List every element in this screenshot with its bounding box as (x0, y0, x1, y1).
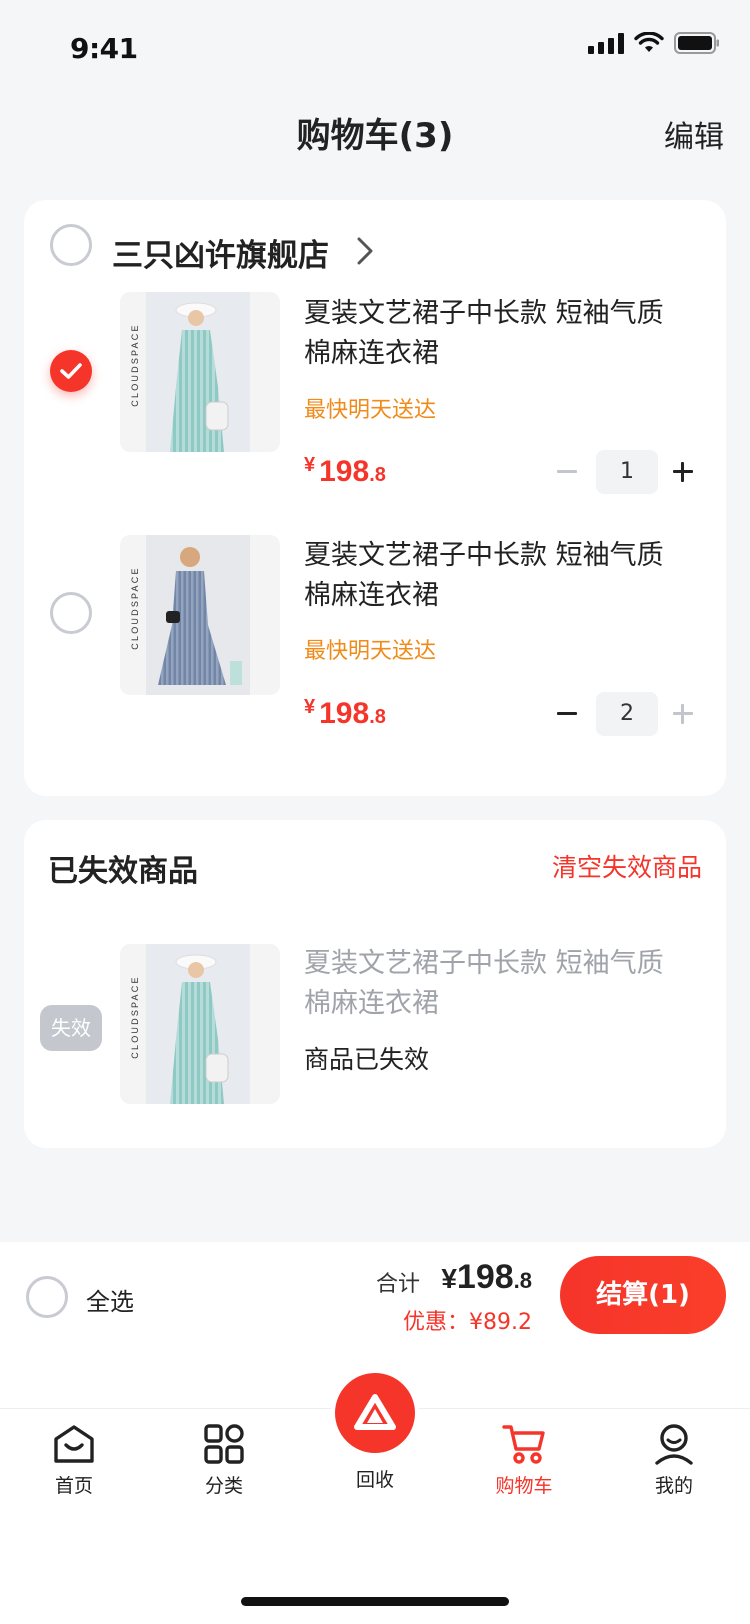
tab-label: 我的 (654, 1475, 693, 1497)
item-select-radio-2[interactable] (50, 592, 92, 634)
tab-recycle[interactable]: 回收 (315, 1369, 435, 1492)
quantity-value[interactable]: 2 (596, 692, 658, 736)
discount-text: 优惠：¥89.2 (403, 1310, 532, 1335)
total-price: ¥198.8 (441, 1258, 532, 1296)
invalid-section-title: 已失效商品 (48, 854, 198, 889)
invalid-badge: 失效 (40, 1005, 102, 1051)
nav-bar: 购物车(3) 编辑 (0, 88, 750, 176)
tab-profile[interactable]: 我的 (614, 1423, 734, 1498)
wifi-icon (634, 32, 664, 54)
delivery-tag: 最快明天送达 (304, 398, 437, 423)
plus-button[interactable] (668, 450, 698, 494)
recycle-icon (354, 1394, 396, 1430)
tab-category[interactable]: 分类 (164, 1423, 284, 1498)
plus-button[interactable] (668, 692, 698, 736)
tab-label: 首页 (54, 1475, 93, 1497)
battery-icon (674, 32, 720, 54)
item-select-radio-1[interactable] (50, 350, 92, 392)
tab-label: 购物车 (495, 1475, 553, 1497)
checkout-button[interactable]: 结算(1) (560, 1256, 726, 1334)
invalid-items-card: 已失效商品 清空失效商品 失效 CLOUDSPACE 夏装文艺裙子中长款 短袖气… (24, 820, 726, 1148)
product-price: ¥198.8 (304, 696, 386, 730)
chevron-right-icon[interactable] (356, 236, 374, 266)
brand-label: CLOUDSPACE (130, 975, 140, 1059)
clear-invalid-button[interactable]: 清空失效商品 (552, 848, 702, 884)
product-title: 夏装文艺裙子中长款 短袖气质棉麻连衣裙 (304, 948, 664, 1019)
product-title[interactable]: 夏装文艺裙子中长款 短袖气质棉麻连衣裙 (304, 294, 684, 374)
quantity-value[interactable]: 1 (596, 450, 658, 494)
edit-button[interactable]: 编辑 (664, 112, 724, 156)
store-select-radio[interactable] (50, 224, 92, 266)
store-name[interactable]: 三只凶许旗舰店 (112, 230, 329, 275)
brand-label: CLOUDSPACE (130, 323, 140, 407)
brand-label: CLOUDSPACE (130, 566, 140, 650)
select-all-label[interactable]: 全选 (86, 1282, 134, 1317)
tab-bar: 首页 分类 回收 购物车 我的 (0, 1369, 750, 1624)
quantity-stepper: 1 (552, 450, 698, 494)
minus-button[interactable] (552, 450, 582, 494)
check-icon (60, 363, 82, 379)
status-icons (588, 32, 720, 54)
dress-photo (146, 535, 250, 695)
product-price: ¥198.8 (304, 454, 386, 488)
dress-photo (146, 944, 250, 1104)
tab-home[interactable]: 首页 (14, 1423, 134, 1498)
product-image: CLOUDSPACE (120, 944, 280, 1104)
cart-icon (502, 1425, 545, 1464)
invalid-status: 商品已失效 (304, 1045, 430, 1074)
status-time: 9:41 (70, 32, 138, 65)
page-title: 购物车(3) (296, 116, 454, 156)
select-all-radio[interactable] (26, 1276, 68, 1318)
signal-icon (588, 32, 624, 54)
total-label: 合计 (375, 1272, 420, 1297)
dress-photo (146, 292, 250, 452)
category-icon (204, 1424, 244, 1464)
home-icon (54, 1425, 94, 1463)
tab-cart[interactable]: 购物车 (464, 1423, 584, 1498)
store-card: 三只凶许旗舰店 CLOUDSPACE 夏装文艺裙子中长款 短袖气质棉麻连衣裙 最… (24, 200, 726, 796)
home-indicator (241, 1597, 509, 1606)
quantity-stepper: 2 (552, 692, 698, 736)
minus-button[interactable] (552, 692, 582, 736)
product-image[interactable]: CLOUDSPACE (120, 535, 280, 695)
delivery-tag: 最快明天送达 (304, 639, 437, 664)
profile-icon (655, 1424, 693, 1465)
tab-label: 回收 (355, 1469, 394, 1491)
tab-label: 分类 (204, 1475, 243, 1497)
product-image[interactable]: CLOUDSPACE (120, 292, 280, 452)
product-title[interactable]: 夏装文艺裙子中长款 短袖气质棉麻连衣裙 (304, 536, 684, 616)
status-bar: 9:41 (0, 0, 750, 88)
